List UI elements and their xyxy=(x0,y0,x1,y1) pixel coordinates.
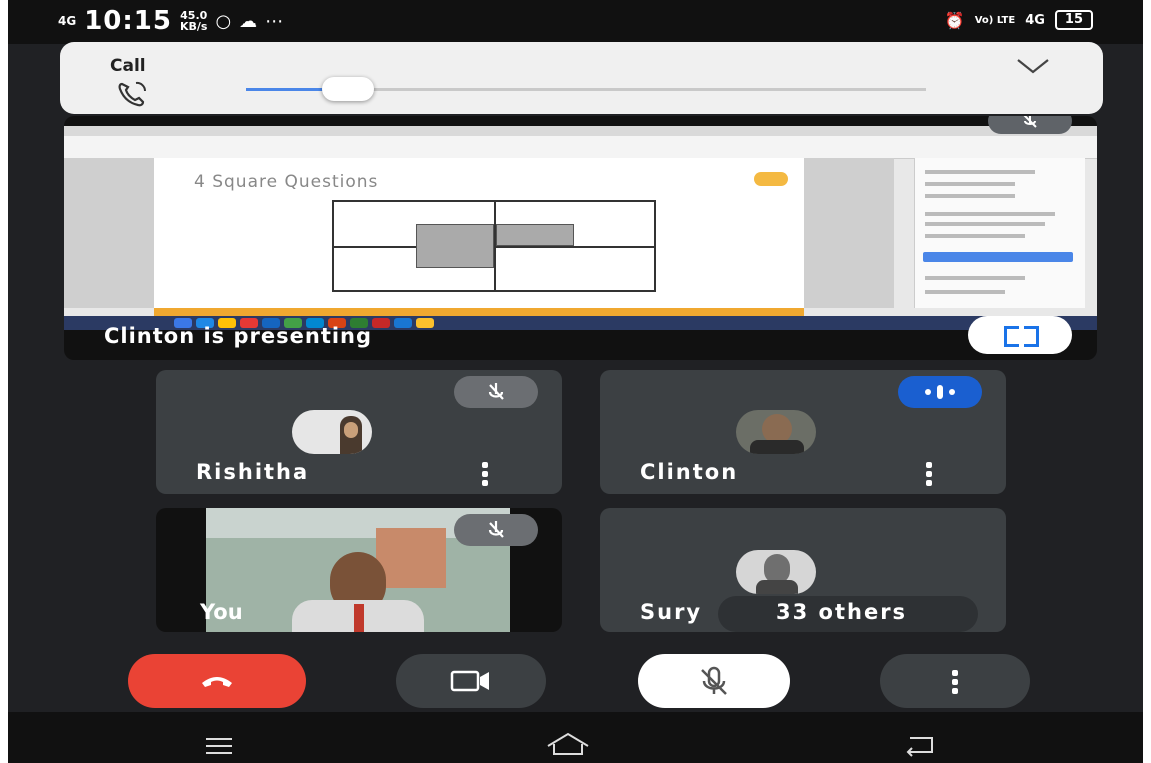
shaded-square xyxy=(416,224,494,268)
mic-toggle-button[interactable] xyxy=(638,654,790,708)
status-bar: 4G 10:15 45.0 KB/s ○ ☁ ⋯ ⏰ Vo) LTE 4G 15 xyxy=(8,0,1143,44)
panel-button xyxy=(923,252,1073,262)
participant-name: Clinton xyxy=(640,460,739,484)
app-title-bar xyxy=(64,126,1097,136)
tools-panel xyxy=(914,158,1085,308)
more-options-button[interactable] xyxy=(880,654,1030,708)
whatsapp-icon: ○ xyxy=(215,10,232,32)
alarm-icon: ⏰ xyxy=(944,10,965,30)
phone-icon xyxy=(118,81,147,107)
document-badge xyxy=(754,172,788,186)
avatar xyxy=(736,550,816,594)
thumbnail-pane xyxy=(64,158,154,308)
video-camera-icon xyxy=(450,670,489,692)
chevron-down-icon[interactable] xyxy=(1015,56,1051,76)
participant-tile-others[interactable]: Sury 33 others xyxy=(600,508,1006,632)
left-border xyxy=(0,0,8,763)
mic-off-icon xyxy=(701,666,727,695)
more-vert-icon[interactable] xyxy=(482,462,488,489)
network-speed: 45.0 KB/s xyxy=(179,9,208,33)
four-square-diagram xyxy=(332,200,656,292)
presentation-tile[interactable]: 4 Square Questions Clinton is presenting xyxy=(64,116,1097,360)
shared-screen: 4 Square Questions xyxy=(64,126,1097,330)
scroll-gutter xyxy=(804,158,894,308)
document-page: 4 Square Questions xyxy=(154,158,804,308)
signal-indicator: 4G xyxy=(58,14,77,28)
participant-tile-rishitha[interactable]: Rishitha xyxy=(156,370,562,494)
clock: 10:15 xyxy=(84,6,172,36)
others-chip[interactable]: 33 others xyxy=(718,596,978,632)
avatar xyxy=(292,410,372,454)
system-nav-bar xyxy=(8,712,1143,763)
more-vert-icon[interactable] xyxy=(926,462,932,489)
more-vert-icon xyxy=(952,670,958,697)
presenter-mic-off-badge xyxy=(988,116,1072,134)
presenter-label: Clinton is presenting xyxy=(104,324,373,348)
participant-tile-self[interactable]: You xyxy=(156,508,562,632)
others-count: 33 others xyxy=(776,600,908,624)
end-call-button[interactable] xyxy=(128,654,306,708)
battery-icon: 15 xyxy=(1054,10,1093,30)
mic-off-badge xyxy=(454,514,538,546)
call-volume-panel: Call xyxy=(60,42,1103,114)
call-label: Call xyxy=(110,56,146,76)
mic-off-badge xyxy=(454,376,538,408)
camera-toggle-button[interactable] xyxy=(396,654,546,708)
menu-icon[interactable] xyxy=(204,736,234,756)
avatar xyxy=(736,410,816,454)
back-icon[interactable] xyxy=(904,734,938,758)
volume-thumb[interactable] xyxy=(322,77,374,101)
hang-up-icon xyxy=(202,677,232,687)
right-border xyxy=(1143,0,1151,763)
document-title: 4 Square Questions xyxy=(194,172,379,192)
sharing-banner xyxy=(154,308,804,316)
volte-indicator: Vo) LTE xyxy=(974,14,1016,26)
meet-call-screen: 4G 10:15 45.0 KB/s ○ ☁ ⋯ ⏰ Vo) LTE 4G 15… xyxy=(8,0,1143,763)
participant-name: Rishitha xyxy=(196,460,310,484)
more-notifications-icon: ⋯ xyxy=(265,10,284,32)
participant-name: You xyxy=(200,600,243,624)
speaking-indicator xyxy=(898,376,982,408)
call-volume-slider[interactable] xyxy=(246,77,926,101)
app-toolbar xyxy=(64,136,1097,159)
participant-name: Sury xyxy=(640,600,703,624)
shaded-rectangle xyxy=(496,224,574,246)
fullscreen-button[interactable] xyxy=(968,316,1072,354)
participant-tile-clinton[interactable]: Clinton xyxy=(600,370,1006,494)
cloud-icon: ☁ xyxy=(239,10,258,32)
network-type: 4G xyxy=(1025,12,1045,28)
home-icon[interactable] xyxy=(544,730,592,758)
